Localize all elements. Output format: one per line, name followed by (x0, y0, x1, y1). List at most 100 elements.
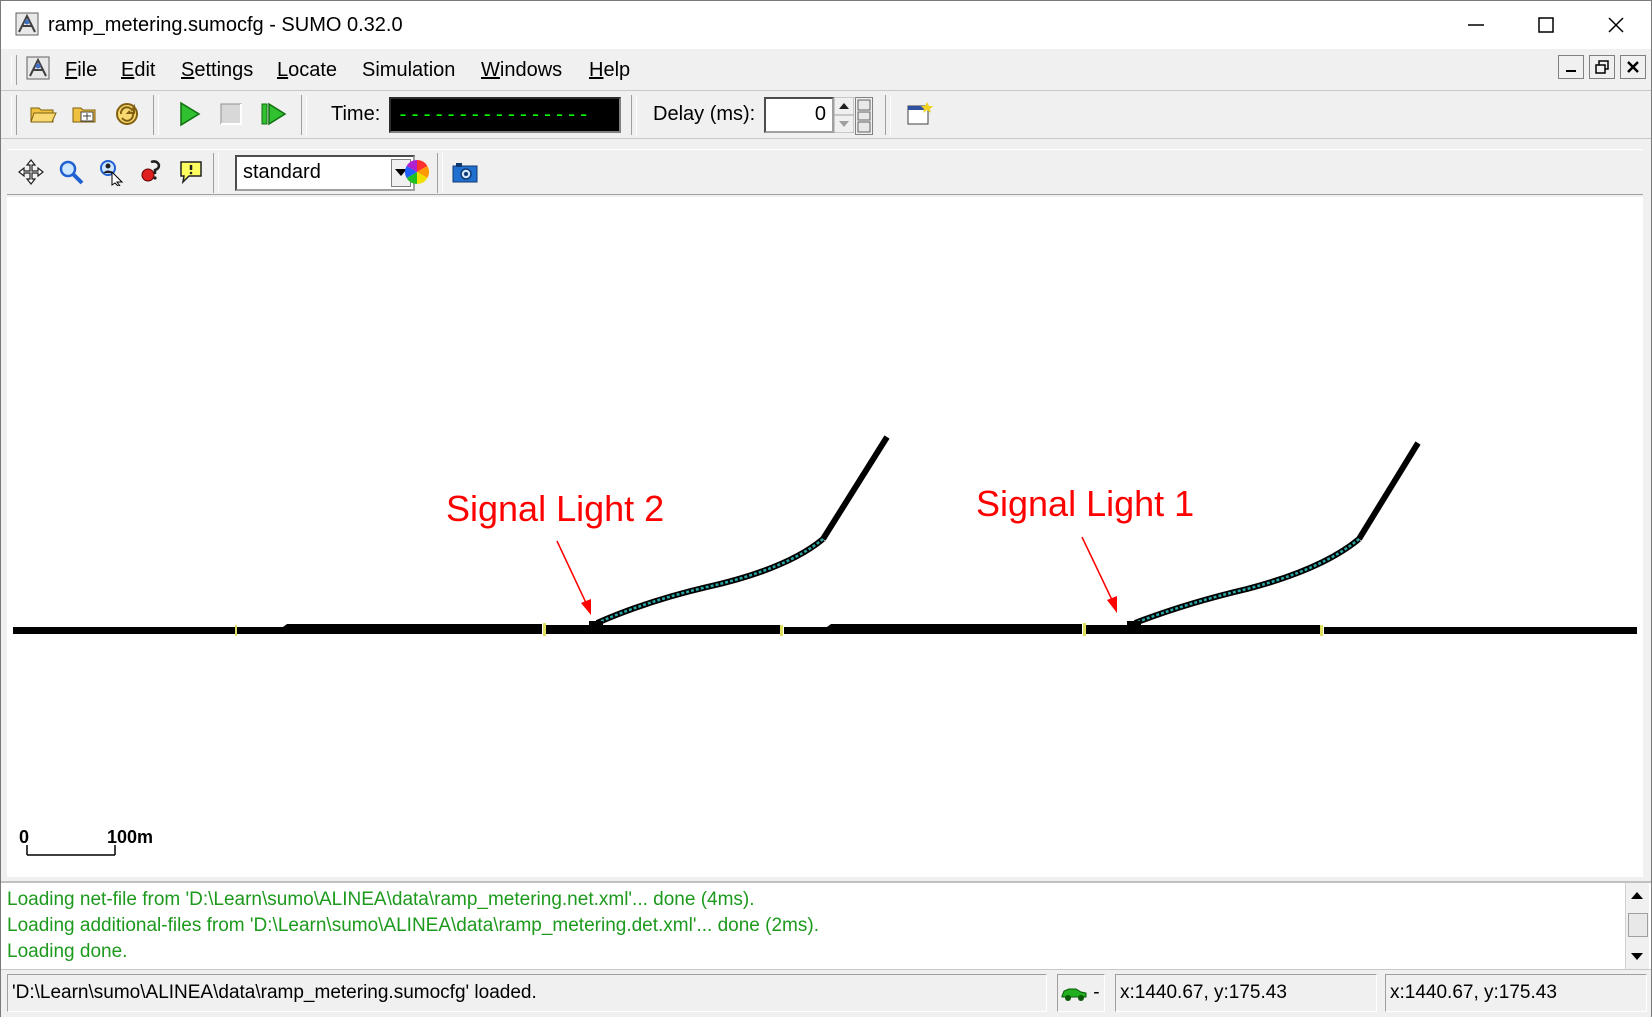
stop-button[interactable] (213, 96, 249, 132)
show-tooltips-button[interactable] (173, 154, 209, 190)
window-title: ramp_metering.sumocfg - SUMO 0.32.0 (48, 14, 403, 36)
road-segment (236, 624, 542, 634)
toolbar-separator (631, 95, 637, 135)
question-pin-icon (141, 160, 161, 182)
screenshot-button[interactable] (447, 154, 483, 190)
toolbar-separator (301, 95, 307, 135)
open-network-button[interactable] (67, 96, 103, 132)
scale-zero-label: 0 (19, 827, 30, 847)
sumo-doc-icon[interactable] (25, 55, 51, 81)
car-icon (1061, 988, 1087, 1001)
play-icon (180, 101, 201, 127)
minimize-icon (1468, 24, 1484, 26)
cursor-coords-geo: x:1440.67, y:175.43 (1385, 974, 1647, 1012)
run-button[interactable] (171, 96, 207, 132)
main-toolbar: Time: ---------------- Delay (ms): 0 (1, 91, 1651, 139)
mdi-close-button[interactable] (1620, 55, 1646, 79)
cursor-coords-network: x:1440.67, y:175.43 (1115, 974, 1377, 1012)
scroll-down-icon[interactable] (1626, 945, 1648, 967)
junction-marker (1083, 623, 1086, 636)
message-scrollbar[interactable] (1625, 883, 1649, 969)
log-message: Loading additional-files from 'D:\Learn\… (7, 915, 819, 936)
locate-button[interactable] (93, 154, 129, 190)
mdi-restore-button[interactable] (1589, 55, 1615, 79)
open-simulation-button[interactable] (25, 96, 61, 132)
stop-icon (220, 103, 242, 125)
status-message: 'D:\Learn\sumo\ALINEA\data\ramp_metering… (7, 974, 1047, 1012)
menu-bar: File Edit Settings Locate Simulation Win… (1, 49, 1651, 91)
color-wheel-icon (404, 160, 430, 184)
color-scheme-value: standard (243, 161, 321, 183)
annotation-arrow-1 (1081, 536, 1117, 613)
restore-icon (1595, 60, 1609, 74)
signal-light-1-label: Signal Light 1 (976, 483, 1195, 524)
junction-marker (543, 623, 546, 636)
menu-help[interactable]: Help (589, 57, 630, 83)
reload-icon (116, 103, 138, 125)
menu-simulation[interactable]: Simulation (362, 57, 455, 83)
menu-grip[interactable] (11, 55, 17, 85)
close-button[interactable] (1581, 1, 1651, 49)
sumo-app-icon (15, 12, 39, 36)
scale-bar (26, 845, 116, 856)
slider-thumb-icon (857, 99, 871, 133)
edit-visualization-button[interactable] (399, 154, 435, 190)
locate-person-icon (100, 160, 124, 186)
speech-bubble-icon (180, 161, 202, 185)
delay-input[interactable]: 0 (764, 97, 834, 133)
scale-distance-label: 100m (107, 827, 154, 847)
status-bar: 'D:\Learn\sumo\ALINEA\data\ramp_metering… (1, 969, 1651, 1017)
toolbar-separator (437, 153, 443, 193)
new-view-button[interactable] (901, 96, 937, 132)
scrollbar-thumb[interactable] (1628, 913, 1648, 937)
toolbar-grip[interactable] (11, 95, 17, 135)
on-ramp-2 (589, 435, 890, 627)
maximize-button[interactable] (1511, 1, 1581, 49)
road-segment (13, 627, 235, 634)
minimize-icon (1566, 70, 1576, 72)
network-view-canvas[interactable]: Signal Light 2 Signal Light 1 0 100m (7, 197, 1643, 877)
junction-marker (235, 625, 237, 636)
menu-settings[interactable]: Settings (181, 57, 253, 83)
menu-file[interactable]: File (65, 57, 97, 83)
menu-windows[interactable]: Windows (481, 57, 562, 83)
step-icon (261, 102, 287, 126)
camera-icon (452, 163, 478, 183)
delay-label: Delay (ms): (653, 103, 756, 125)
title-bar: ramp_metering.sumocfg - SUMO 0.32.0 (1, 1, 1651, 49)
delay-spinner[interactable] (834, 97, 854, 133)
step-button[interactable] (255, 96, 291, 132)
folder-open-icon (30, 107, 57, 123)
tracker-button[interactable] (133, 154, 169, 190)
close-icon (1608, 17, 1624, 33)
scroll-up-icon[interactable] (1626, 885, 1648, 907)
on-ramp-1 (1127, 441, 1421, 627)
sumo-main-window: ramp_metering.sumocfg - SUMO 0.32.0 File… (0, 0, 1652, 1017)
message-window: Loading net-file from 'D:\Learn\sumo\ALI… (1, 881, 1651, 969)
road-segment (1324, 627, 1637, 634)
log-message: Loading done. (7, 941, 128, 962)
maximize-icon (1538, 17, 1554, 33)
log-message: Loading net-file from 'D:\Learn\sumo\ALI… (7, 889, 755, 910)
junction-marker (780, 625, 783, 636)
time-display: ---------------- (389, 97, 621, 133)
magnifier-icon (59, 160, 84, 185)
toolbar-separator (885, 95, 891, 135)
recenter-icon (18, 159, 44, 185)
annotation-arrow-2 (556, 540, 591, 615)
minimize-button[interactable] (1441, 1, 1511, 49)
recenter-view-button[interactable] (13, 154, 49, 190)
folder-network-icon (72, 107, 96, 123)
reload-button[interactable] (109, 96, 145, 132)
delay-slider[interactable] (855, 97, 873, 135)
edit-viewport-button[interactable] (53, 154, 89, 190)
road-network (13, 435, 1637, 856)
color-scheme-select[interactable]: standard (235, 155, 415, 191)
menu-edit[interactable]: Edit (121, 57, 155, 83)
vehicle-count-value: - (1093, 982, 1100, 1003)
road-segment (784, 624, 1082, 634)
menu-locate[interactable]: Locate (277, 57, 337, 83)
toolbar-separator (213, 153, 219, 193)
toolbar-separator (153, 95, 159, 135)
mdi-minimize-button[interactable] (1558, 55, 1584, 79)
